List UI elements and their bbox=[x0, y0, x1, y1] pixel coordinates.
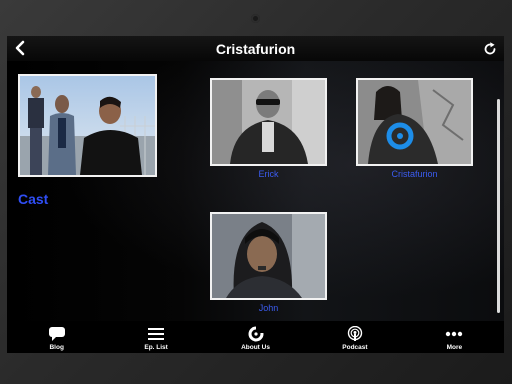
vertical-scrollbar[interactable] bbox=[497, 99, 500, 313]
device-camera bbox=[251, 14, 260, 23]
group-photo-image bbox=[20, 76, 155, 175]
cristafurion-portrait-image bbox=[358, 80, 471, 164]
cast-content: Cast Erick Cristafurion John bbox=[7, 61, 504, 321]
page-title: Cristafurion bbox=[215, 40, 296, 57]
tab-more[interactable]: More bbox=[405, 321, 504, 353]
app-screen: Cristafurion Cast Erick Cristafurion Joh… bbox=[7, 36, 504, 353]
cast-photo-john[interactable] bbox=[210, 212, 327, 300]
podcast-icon bbox=[347, 326, 363, 341]
more-dots-icon bbox=[446, 331, 463, 337]
band-group-photo[interactable] bbox=[18, 74, 157, 177]
tab-label: About Us bbox=[241, 344, 270, 351]
tab-about-us[interactable]: About Us bbox=[206, 321, 305, 353]
list-icon bbox=[148, 328, 165, 340]
refresh-button[interactable] bbox=[482, 41, 498, 57]
bottom-tab-bar: Blog Ep. List About Us Podcast More bbox=[7, 321, 504, 353]
cast-name-cristafurion[interactable]: Cristafurion bbox=[356, 169, 473, 179]
erick-portrait-image bbox=[212, 80, 325, 164]
refresh-icon bbox=[484, 42, 496, 55]
about-logo-icon bbox=[248, 326, 265, 342]
section-label-cast: Cast bbox=[18, 191, 49, 207]
tab-label: More bbox=[446, 344, 463, 351]
tab-ep-list[interactable]: Ep. List bbox=[106, 321, 205, 353]
tab-podcast[interactable]: Podcast bbox=[305, 321, 404, 353]
tab-blog[interactable]: Blog bbox=[7, 321, 106, 353]
chevron-left-icon bbox=[15, 40, 25, 56]
john-portrait-image bbox=[212, 214, 325, 298]
speech-bubble-icon bbox=[48, 327, 65, 341]
tab-label: Ep. List bbox=[144, 344, 168, 351]
cast-name-john[interactable]: John bbox=[210, 303, 327, 313]
navigation-bar: Cristafurion bbox=[7, 36, 504, 61]
tab-label: Podcast bbox=[342, 344, 368, 351]
back-button[interactable] bbox=[13, 40, 29, 56]
tab-label: Blog bbox=[49, 344, 64, 351]
cast-name-erick[interactable]: Erick bbox=[210, 169, 327, 179]
cast-photo-erick[interactable] bbox=[210, 78, 327, 166]
cast-photo-cristafurion[interactable] bbox=[356, 78, 473, 166]
